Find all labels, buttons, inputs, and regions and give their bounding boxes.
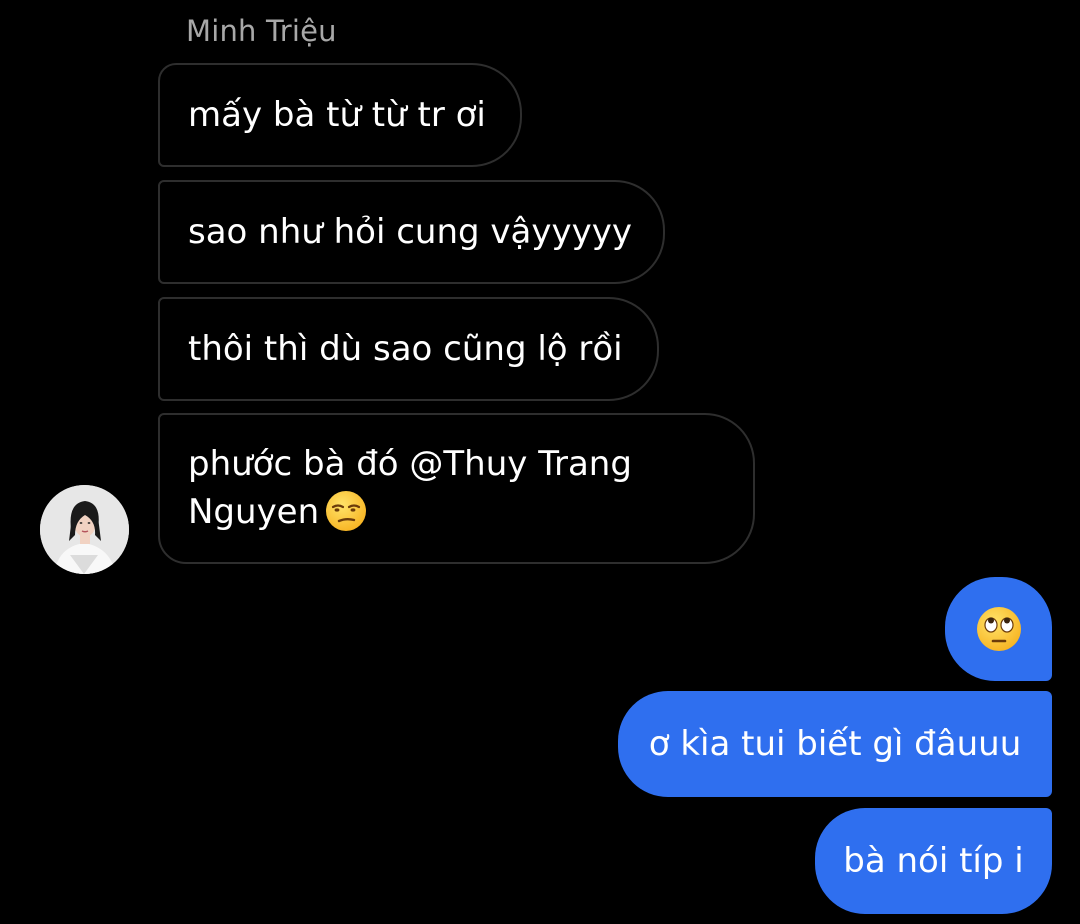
avatar-photo-icon xyxy=(40,485,129,574)
outgoing-emoji-bubble[interactable] xyxy=(945,577,1052,681)
incoming-message-bubble[interactable]: sao như hỏi cung vậyyyyy xyxy=(158,180,665,284)
message-text: mấy bà từ từ tr ơi xyxy=(188,95,486,135)
message-text: bà nói típ i xyxy=(843,841,1024,881)
message-text: phước bà đó @Thuy Trang Nguyen xyxy=(188,444,632,532)
incoming-message-bubble[interactable]: mấy bà từ từ tr ơi xyxy=(158,63,522,167)
unamused-face-emoji-icon xyxy=(326,491,367,531)
sender-name: Minh Triệu xyxy=(186,14,337,48)
message-text: ơ kìa tui biết gì đâuuu xyxy=(648,724,1022,764)
outgoing-message-bubble[interactable]: bà nói típ i xyxy=(815,808,1052,914)
incoming-message-bubble[interactable]: thôi thì dù sao cũng lộ rồi xyxy=(158,297,659,401)
message-text: thôi thì dù sao cũng lộ rồi xyxy=(188,329,623,369)
sender-avatar[interactable] xyxy=(40,485,129,574)
message-text: sao như hỏi cung vậyyyyy xyxy=(188,212,632,252)
outgoing-message-bubble[interactable]: ơ kìa tui biết gì đâuuu xyxy=(618,691,1052,797)
incoming-message-bubble[interactable]: phước bà đó @Thuy Trang Nguyen xyxy=(158,413,755,564)
face-with-rolling-eyes-emoji-icon xyxy=(976,607,1021,651)
